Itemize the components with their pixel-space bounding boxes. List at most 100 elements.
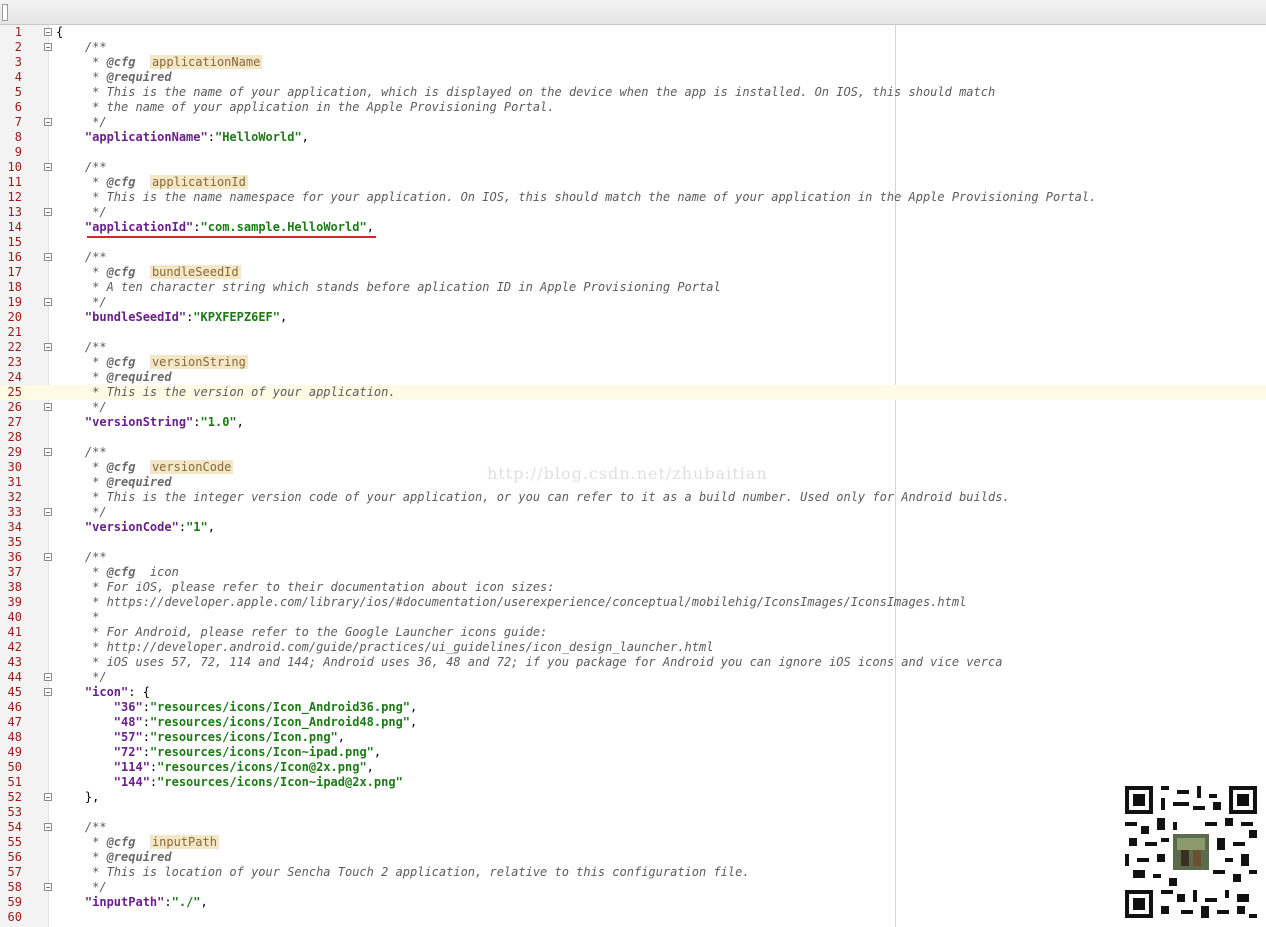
- code-line[interactable]: 48 "57":"resources/icons/Icon.png",: [0, 730, 1266, 745]
- code-line[interactable]: 3 * @cfg applicationName: [0, 55, 1266, 70]
- code-line[interactable]: 57 * This is location of your Sencha Tou…: [0, 865, 1266, 880]
- code-line[interactable]: 21: [0, 325, 1266, 340]
- code-line[interactable]: 2 /**: [0, 40, 1266, 55]
- code-text: * This is the name namespace for your ap…: [56, 190, 1096, 205]
- code-line[interactable]: 27 "versionString":"1.0",: [0, 415, 1266, 430]
- cfg-name: bundleSeedId: [149, 265, 241, 279]
- fold-toggle-icon[interactable]: [44, 553, 52, 561]
- fold-toggle-icon[interactable]: [44, 118, 52, 126]
- code-line[interactable]: 29 /**: [0, 445, 1266, 460]
- code-line[interactable]: 43 * iOS uses 57, 72, 114 and 144; Andro…: [0, 655, 1266, 670]
- line-number: 58: [7, 880, 22, 894]
- fold-toggle-icon[interactable]: [44, 688, 52, 696]
- code-line[interactable]: 1{: [0, 25, 1266, 40]
- comment-text: [135, 265, 149, 279]
- fold-toggle-icon[interactable]: [44, 883, 52, 891]
- code-text: /**: [56, 250, 107, 265]
- code-line[interactable]: 37 * @cfg icon: [0, 565, 1266, 580]
- code-line[interactable]: 59 "inputPath":"./",: [0, 895, 1266, 910]
- code-line[interactable]: 36 /**: [0, 550, 1266, 565]
- comment-text: * This is the version of your applicatio…: [56, 385, 396, 399]
- comment-text: */: [56, 295, 107, 309]
- fold-toggle-icon[interactable]: [44, 208, 52, 216]
- punctuation: [56, 685, 85, 699]
- code-line[interactable]: 53: [0, 805, 1266, 820]
- fold-toggle-icon[interactable]: [44, 403, 52, 411]
- code-line[interactable]: 4 * @required: [0, 70, 1266, 85]
- code-line[interactable]: 24 * @required: [0, 370, 1266, 385]
- code-line[interactable]: 28: [0, 430, 1266, 445]
- code-text: /**: [56, 160, 107, 175]
- code-line[interactable]: 32 * This is the integer version code of…: [0, 490, 1266, 505]
- code-line[interactable]: 6 * the name of your application in the …: [0, 100, 1266, 115]
- code-line[interactable]: 44 */: [0, 670, 1266, 685]
- fold-toggle-icon[interactable]: [44, 823, 52, 831]
- code-line[interactable]: 14 "applicationId":"com.sample.HelloWorl…: [0, 220, 1266, 235]
- punctuation: :: [193, 415, 201, 429]
- code-line[interactable]: 54 /**: [0, 820, 1266, 835]
- punctuation: ,: [280, 310, 288, 324]
- fold-toggle-icon[interactable]: [44, 673, 52, 681]
- code-line[interactable]: 46 "36":"resources/icons/Icon_Android36.…: [0, 700, 1266, 715]
- code-line[interactable]: 11 * @cfg applicationId: [0, 175, 1266, 190]
- code-line[interactable]: 50 "114":"resources/icons/Icon@2x.png",: [0, 760, 1266, 775]
- code-line[interactable]: 13 */: [0, 205, 1266, 220]
- comment-text: * For iOS, please refer to their documen…: [56, 580, 555, 594]
- code-line[interactable]: 22 /**: [0, 340, 1266, 355]
- code-line[interactable]: 34 "versionCode":"1",: [0, 520, 1266, 535]
- code-line[interactable]: 35: [0, 535, 1266, 550]
- comment-text: * http://developer.android.com/guide/pra…: [56, 640, 714, 654]
- code-line[interactable]: 7 */: [0, 115, 1266, 130]
- line-number: 31: [7, 475, 22, 489]
- code-line[interactable]: 42 * http://developer.android.com/guide/…: [0, 640, 1266, 655]
- fold-toggle-icon[interactable]: [44, 508, 52, 516]
- code-line[interactable]: 58 */: [0, 880, 1266, 895]
- code-line[interactable]: 9: [0, 145, 1266, 160]
- code-line[interactable]: 39 * https://developer.apple.com/library…: [0, 595, 1266, 610]
- json-key: "versionString": [84, 415, 194, 429]
- code-line[interactable]: 10 /**: [0, 160, 1266, 175]
- code-line[interactable]: 40 *: [0, 610, 1266, 625]
- code-text: "bundleSeedId":"KPXFEPZ6EF",: [56, 310, 287, 325]
- code-line[interactable]: 16 /**: [0, 250, 1266, 265]
- code-line[interactable]: 51 "144":"resources/icons/Icon~ipad@2x.p…: [0, 775, 1266, 790]
- code-line[interactable]: 33 */: [0, 505, 1266, 520]
- json-key: "inputPath": [84, 895, 165, 909]
- code-line[interactable]: 47 "48":"resources/icons/Icon_Android48.…: [0, 715, 1266, 730]
- code-line[interactable]: 60: [0, 910, 1266, 925]
- fold-toggle-icon[interactable]: [44, 793, 52, 801]
- code-line[interactable]: 52 },: [0, 790, 1266, 805]
- fold-toggle-icon[interactable]: [44, 298, 52, 306]
- fold-toggle-icon[interactable]: [44, 43, 52, 51]
- comment-text: * This is location of your Sencha Touch …: [56, 865, 750, 879]
- code-line[interactable]: 56 * @required: [0, 850, 1266, 865]
- fold-toggle-icon[interactable]: [44, 343, 52, 351]
- punctuation: [56, 775, 114, 789]
- fold-toggle-icon[interactable]: [44, 253, 52, 261]
- comment-text: *: [56, 460, 107, 474]
- code-line[interactable]: 55 * @cfg inputPath: [0, 835, 1266, 850]
- code-line[interactable]: 41 * For Android, please refer to the Go…: [0, 625, 1266, 640]
- json-key: "114": [113, 760, 150, 774]
- code-line[interactable]: 18 * A ten character string which stands…: [0, 280, 1266, 295]
- fold-toggle-icon[interactable]: [44, 448, 52, 456]
- line-number: 29: [7, 445, 22, 459]
- code-line[interactable]: 23 * @cfg versionString: [0, 355, 1266, 370]
- code-line[interactable]: 12 * This is the name namespace for your…: [0, 190, 1266, 205]
- code-line[interactable]: 5 * This is the name of your application…: [0, 85, 1266, 100]
- line-number: 15: [7, 235, 22, 249]
- tab-handle[interactable]: [2, 4, 8, 21]
- comment-text: /**: [56, 445, 107, 459]
- code-line[interactable]: 49 "72":"resources/icons/Icon~ipad.png",: [0, 745, 1266, 760]
- code-line[interactable]: 19 */: [0, 295, 1266, 310]
- code-text: "114":"resources/icons/Icon@2x.png",: [56, 760, 374, 775]
- code-line[interactable]: 17 * @cfg bundleSeedId: [0, 265, 1266, 280]
- code-line[interactable]: 26 */: [0, 400, 1266, 415]
- code-line[interactable]: 20 "bundleSeedId":"KPXFEPZ6EF",: [0, 310, 1266, 325]
- code-line[interactable]: 8 "applicationName":"HelloWorld",: [0, 130, 1266, 145]
- code-line[interactable]: 38 * For iOS, please refer to their docu…: [0, 580, 1266, 595]
- code-line[interactable]: 45 "icon": {: [0, 685, 1266, 700]
- code-line[interactable]: 25 * This is the version of your applica…: [0, 385, 1266, 400]
- fold-toggle-icon[interactable]: [44, 163, 52, 171]
- fold-toggle-icon[interactable]: [44, 28, 52, 36]
